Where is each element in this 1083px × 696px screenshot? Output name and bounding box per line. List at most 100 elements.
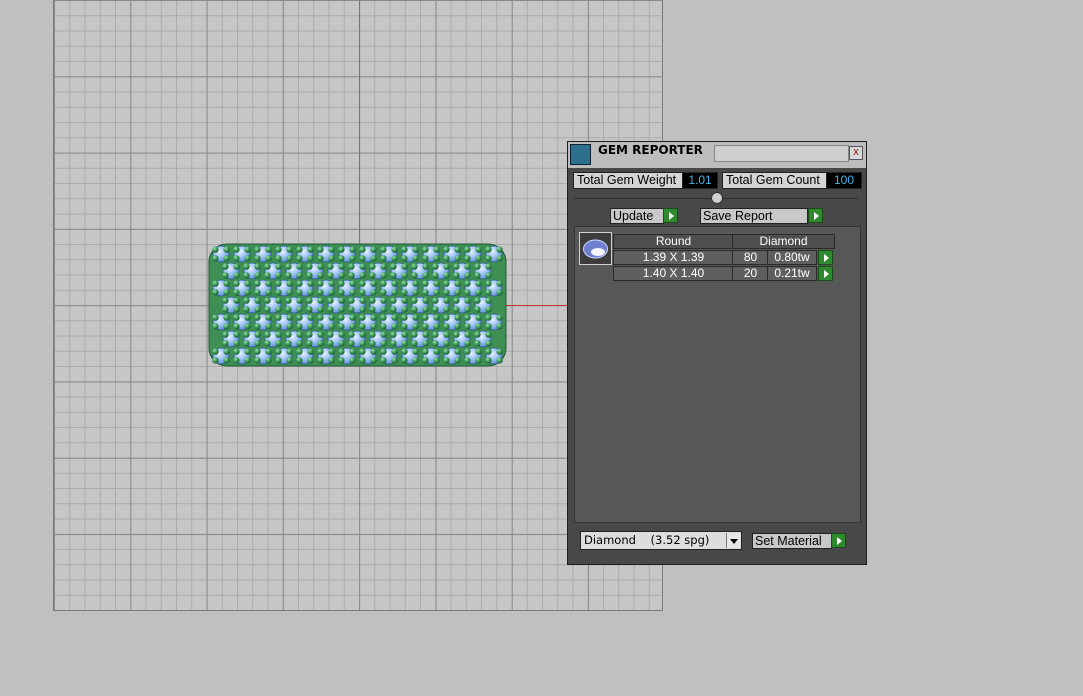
prong-bead (244, 255, 251, 262)
prong-bead (306, 306, 313, 313)
prong-bead (264, 331, 271, 338)
prong-bead (233, 272, 240, 279)
prong-bead (464, 323, 471, 330)
prong-bead (233, 306, 240, 313)
row-select-arrow-icon[interactable] (818, 266, 833, 281)
collapse-toggle[interactable] (711, 192, 723, 204)
prong-bead (317, 348, 324, 355)
prong-bead (223, 348, 230, 355)
prong-bead (432, 306, 439, 313)
close-button[interactable]: x (849, 146, 863, 160)
prong-bead (401, 246, 408, 253)
prong-bead (433, 289, 440, 296)
prong-bead (380, 314, 387, 321)
prong-bead (443, 272, 450, 279)
gem-size: 1.39 X 1.39 (613, 250, 734, 265)
prong-bead (432, 297, 439, 304)
prong-bead (380, 340, 387, 347)
titlebar-drag-area[interactable] (714, 145, 849, 162)
prong-bead (401, 331, 408, 338)
prong-bead (307, 357, 314, 364)
prong-bead (306, 331, 313, 338)
update-button[interactable]: Update (610, 208, 664, 224)
prong-bead (348, 306, 355, 313)
prong-bead (254, 331, 261, 338)
prong-bead (317, 263, 324, 270)
prong-bead (391, 314, 398, 321)
update-arrow-icon[interactable] (663, 208, 678, 223)
chevron-down-icon[interactable] (726, 533, 740, 548)
prong-bead (275, 323, 282, 330)
prong-bead (432, 331, 439, 338)
prong-bead (464, 340, 471, 347)
prong-bead (296, 255, 303, 262)
prong-bead (432, 272, 439, 279)
prong-bead (254, 297, 261, 304)
prong-bead (464, 314, 471, 321)
panel-titlebar[interactable]: GEM REPORTER x (568, 142, 866, 168)
ring-model[interactable] (205, 240, 510, 370)
round-gem-icon[interactable] (579, 232, 612, 265)
prong-bead (369, 272, 376, 279)
prong-bead (285, 340, 292, 347)
prong-bead (485, 297, 492, 304)
prong-bead (265, 289, 272, 296)
prong-bead (422, 357, 429, 364)
prong-bead (453, 263, 460, 270)
prong-bead (285, 272, 292, 279)
prong-bead (359, 297, 366, 304)
prong-bead (275, 246, 282, 253)
prong-bead (243, 340, 250, 347)
prong-bead (411, 331, 418, 338)
prong-bead (328, 348, 335, 355)
prong-bead (359, 331, 366, 338)
prong-bead (443, 323, 450, 330)
prong-bead (380, 297, 387, 304)
prong-bead (475, 255, 482, 262)
prong-bead (464, 280, 471, 287)
prong-bead (370, 280, 377, 287)
prong-bead (317, 255, 324, 262)
prong-bead (275, 297, 282, 304)
set-material-button[interactable]: Set Material (752, 533, 832, 549)
prong-bead (254, 314, 261, 321)
prong-bead (412, 289, 419, 296)
prong-bead (422, 289, 429, 296)
prong-bead (369, 331, 376, 338)
prong-bead (475, 246, 482, 253)
prong-bead (359, 348, 366, 355)
save-report-button[interactable]: Save Report (700, 208, 808, 224)
prong-bead (359, 314, 366, 321)
prong-bead (348, 340, 355, 347)
prong-bead (317, 340, 324, 347)
prong-bead (380, 331, 387, 338)
prong-bead (422, 323, 429, 330)
prong-bead (264, 297, 271, 304)
prong-bead (348, 297, 355, 304)
prong-bead (338, 314, 345, 321)
prong-bead (254, 246, 261, 253)
prong-bead (349, 280, 356, 287)
prong-bead (285, 297, 292, 304)
prong-bead (496, 255, 503, 262)
prong-bead (212, 314, 219, 321)
prong-bead (307, 255, 314, 262)
prong-bead (464, 297, 471, 304)
prong-bead (254, 348, 261, 355)
prong-bead (338, 263, 345, 270)
prong-bead (212, 246, 219, 253)
set-material-arrow-icon[interactable] (831, 533, 846, 548)
prong-bead (485, 331, 492, 338)
prong-bead (338, 306, 345, 313)
prong-bead (380, 323, 387, 330)
prong-bead (422, 263, 429, 270)
prong-bead (454, 289, 461, 296)
prong-bead (464, 357, 471, 364)
prong-bead (475, 314, 482, 321)
save-report-arrow-icon[interactable] (808, 208, 823, 223)
prong-bead (432, 263, 439, 270)
row-select-arrow-icon[interactable] (818, 250, 833, 265)
material-dropdown[interactable]: Diamond (3.52 spg) (580, 531, 742, 550)
prong-bead (370, 357, 377, 364)
prong-bead (454, 314, 461, 321)
